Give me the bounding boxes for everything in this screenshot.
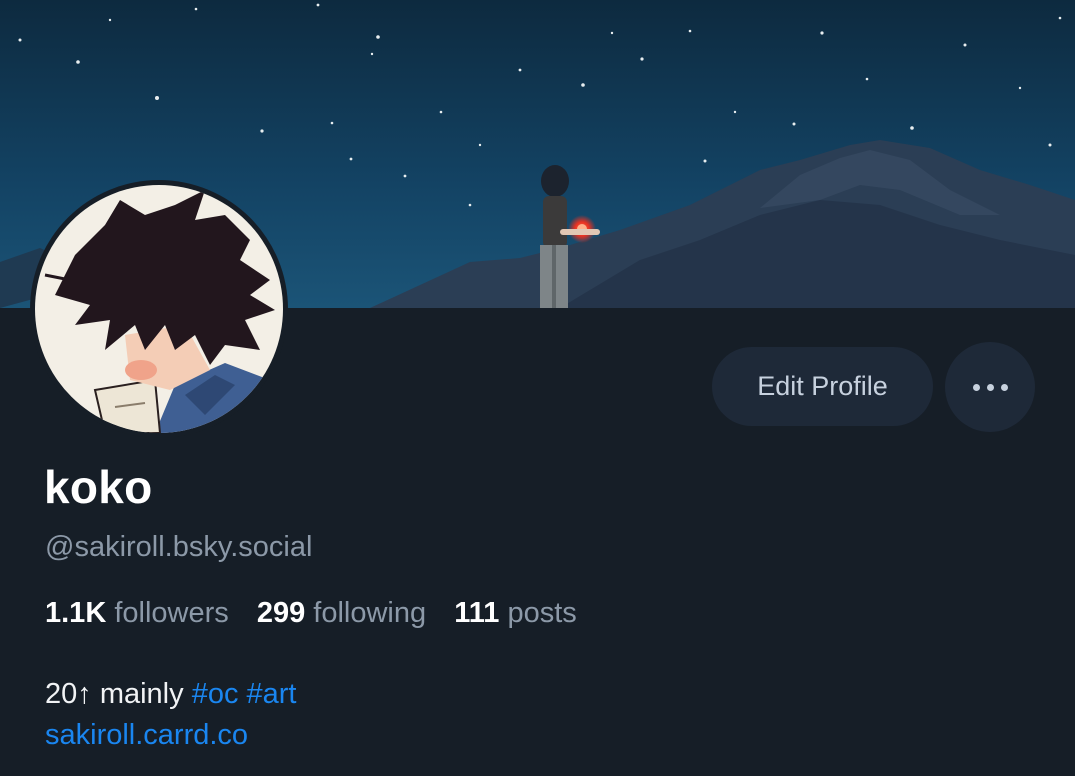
following-label: following [313, 597, 427, 629]
bio-line: 20↑ mainly #oc #art [45, 674, 297, 715]
hashtag-link-oc[interactable]: #oc [192, 678, 239, 710]
avatar[interactable] [30, 180, 288, 438]
profile-stats: 1.1K followers 299 following 111 posts [45, 597, 597, 630]
posts-label: posts [507, 597, 577, 629]
followers-count: 1.1K [45, 597, 107, 629]
followers-stat[interactable]: 1.1K followers [45, 597, 229, 629]
following-count: 299 [256, 597, 306, 629]
posts-stat: 111 posts [454, 597, 577, 629]
hashtag-link-art[interactable]: #art [247, 678, 297, 710]
followers-label: followers [114, 597, 229, 629]
following-stat[interactable]: 299 following [257, 597, 426, 629]
bio-text: 20↑ mainly [45, 678, 184, 710]
profile-page: Edit Profile koko @sakiroll.bsky.social … [0, 0, 1075, 776]
more-options-button[interactable] [945, 342, 1035, 432]
display-name: koko [44, 461, 153, 513]
bio-website-link[interactable]: sakiroll.carrd.co [45, 719, 248, 751]
posts-count: 111 [454, 597, 500, 629]
profile-handle: @sakiroll.bsky.social [45, 531, 313, 563]
edit-profile-button[interactable]: Edit Profile [712, 347, 933, 426]
ellipsis-icon [969, 383, 1011, 391]
profile-bio: 20↑ mainly #oc #art sakiroll.carrd.co [45, 674, 297, 756]
